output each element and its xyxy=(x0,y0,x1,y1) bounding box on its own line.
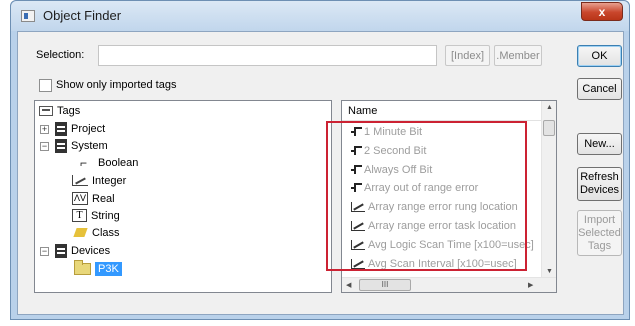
ok-button[interactable]: OK xyxy=(577,45,622,67)
tag-list-item-label: Avg Scan Interval [x100=usec] xyxy=(368,257,517,270)
tree-node-system[interactable]: System xyxy=(55,137,108,154)
project-icon xyxy=(55,121,67,136)
import-label-line2: Selected xyxy=(578,226,621,239)
tag-tree[interactable]: Tags + Project − System ⌐ Boolean Intege… xyxy=(34,100,332,293)
tree-node-tags[interactable]: Tags xyxy=(39,102,80,119)
refresh-label-line1: Refresh xyxy=(580,171,619,183)
collapse-devices-icon[interactable]: − xyxy=(40,247,49,256)
collapse-system-icon[interactable]: − xyxy=(40,142,49,151)
tag-list-item[interactable]: Array range error rung location xyxy=(351,198,518,216)
tree-node-string[interactable]: T String xyxy=(72,207,120,224)
scroll-right-icon[interactable]: ▶ xyxy=(528,281,533,289)
tree-label-boolean: Boolean xyxy=(98,156,139,169)
boolean-icon: ⌐ xyxy=(80,155,88,170)
tree-node-boolean[interactable]: ⌐ Boolean xyxy=(80,154,138,171)
member-button[interactable]: .Member xyxy=(494,45,542,66)
tag-list-item-label: Array range error rung location xyxy=(368,201,518,214)
tree-node-real[interactable]: ΛV Real xyxy=(72,190,115,207)
tags-icon xyxy=(39,105,53,116)
tree-node-devices[interactable]: Devices xyxy=(55,242,110,259)
import-selected-tags-button[interactable]: Import Selected Tags xyxy=(577,210,622,256)
tag-list-item[interactable]: Array out of range error xyxy=(351,179,478,197)
tree-label-class: Class xyxy=(92,226,120,239)
close-button[interactable]: x xyxy=(581,2,623,21)
real-icon: ΛV xyxy=(72,192,88,205)
index-button[interactable]: [Index] xyxy=(445,45,490,66)
dialog-body: Selection: [Index] .Member OK Cancel New… xyxy=(17,31,624,315)
tree-label-p3k: P3K xyxy=(95,261,122,276)
folder-icon xyxy=(74,259,91,275)
tree-label-string: String xyxy=(91,209,120,222)
tag-list[interactable]: Name 1 Minute Bit 2 Second Bit Always Off … xyxy=(341,100,557,293)
name-column-header[interactable]: Name xyxy=(342,101,542,121)
selection-input[interactable] xyxy=(98,45,437,66)
new-button[interactable]: New... xyxy=(577,133,622,155)
show-imported-checkbox[interactable] xyxy=(39,79,52,92)
tag-list-item[interactable]: Avg Scan Interval [x100=usec] xyxy=(351,255,517,273)
import-label-line1: Import xyxy=(583,213,616,226)
boolean-icon xyxy=(351,164,362,175)
tree-label-project: Project xyxy=(71,122,106,135)
tag-list-item[interactable]: Array range error task location xyxy=(351,217,516,235)
integer-icon xyxy=(72,175,88,186)
string-icon: T xyxy=(72,209,87,222)
show-imported-label: Show only imported tags xyxy=(56,79,177,91)
object-finder-window: Object Finder x Selection: [Index] .Memb… xyxy=(10,0,630,320)
window-icon xyxy=(21,10,35,22)
refresh-devices-button[interactable]: Refresh Devices xyxy=(577,167,622,201)
tree-label-system: System xyxy=(71,139,108,152)
window-title: Object Finder xyxy=(43,8,122,23)
boolean-icon xyxy=(351,183,362,193)
integer-icon xyxy=(351,202,365,213)
tag-list-item[interactable]: Avg Logic Scan Time [x100=usec] xyxy=(351,236,534,254)
tag-list-item-label: Always Off Bit xyxy=(364,163,433,176)
tree-node-class[interactable]: Class xyxy=(74,224,120,241)
selection-label: Selection: xyxy=(36,49,85,61)
boolean-icon xyxy=(351,145,362,156)
tag-list-item-label: 1 Minute Bit xyxy=(364,126,423,138)
tree-node-project[interactable]: Project xyxy=(55,120,105,137)
scroll-down-icon[interactable]: ▼ xyxy=(546,268,553,275)
devices-icon xyxy=(55,243,67,258)
horizontal-scrollbar[interactable]: ◀ III ▶ xyxy=(342,277,556,292)
tree-label-devices: Devices xyxy=(71,244,111,257)
integer-icon xyxy=(351,239,365,250)
vertical-scroll-thumb[interactable] xyxy=(543,120,555,136)
tag-list-item[interactable]: 2 Second Bit xyxy=(351,142,426,160)
class-icon xyxy=(74,226,88,239)
scroll-up-icon[interactable]: ▲ xyxy=(546,104,553,111)
tree-node-integer[interactable]: Integer xyxy=(72,172,126,189)
vertical-scrollbar[interactable]: ▲ ▼ xyxy=(541,101,556,278)
tree-label-real: Real xyxy=(92,192,115,205)
system-icon xyxy=(55,138,67,153)
title-bar[interactable]: Object Finder x xyxy=(11,1,629,31)
tag-list-item-label: Array out of range error xyxy=(364,182,479,195)
expand-project-icon[interactable]: + xyxy=(40,125,49,134)
tag-list-item-label: 2 Second Bit xyxy=(364,144,427,157)
boolean-icon xyxy=(351,127,362,137)
integer-icon xyxy=(351,258,365,269)
refresh-label-line2: Devices xyxy=(579,184,620,196)
import-label-line3: Tags xyxy=(587,239,612,252)
horizontal-scroll-thumb[interactable]: III xyxy=(359,279,411,291)
tag-list-item-label: Array range error task location xyxy=(368,220,516,232)
tree-label-tags: Tags xyxy=(57,104,81,117)
tag-list-item[interactable]: Always Off Bit xyxy=(351,161,432,179)
tag-list-item[interactable]: 1 Minute Bit xyxy=(351,123,422,141)
tree-label-integer: Integer xyxy=(92,174,127,187)
tag-list-item-label: Avg Logic Scan Time [x100=usec] xyxy=(368,238,534,251)
scroll-left-icon[interactable]: ◀ xyxy=(346,281,351,289)
integer-icon xyxy=(351,221,365,231)
tree-node-p3k[interactable]: P3K xyxy=(74,259,122,277)
cancel-button[interactable]: Cancel xyxy=(577,78,622,100)
